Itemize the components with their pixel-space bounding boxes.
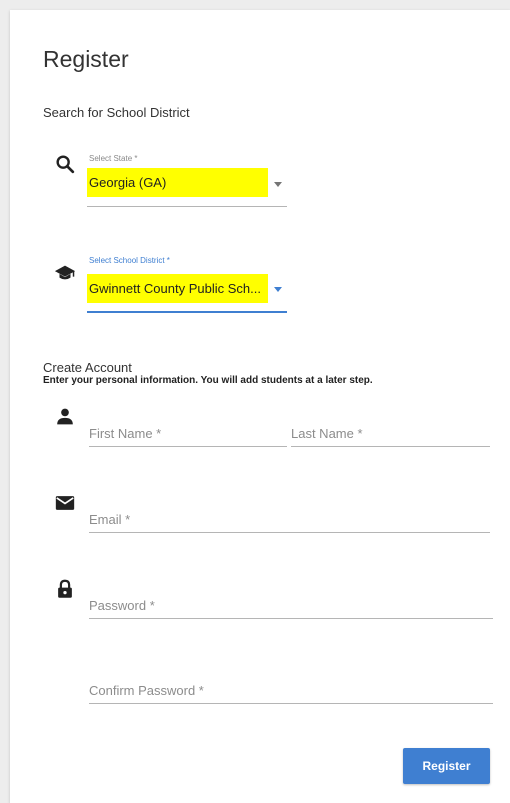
email-placeholder: Email * [89,512,131,527]
state-select[interactable]: Georgia (GA) [87,168,287,207]
district-select-value: Gwinnett County Public Sch... [87,274,268,303]
chevron-down-icon [274,182,282,187]
email-field[interactable]: Email * [89,506,490,534]
confirm-password-placeholder: Confirm Password * [89,683,204,698]
envelope-icon [54,492,76,514]
district-select-underline [87,311,287,313]
first-name-underline [89,446,287,447]
lock-icon [54,578,76,600]
chevron-down-icon [274,287,282,292]
password-underline [89,618,493,619]
register-card: Register Search for School District Sele… [10,10,510,803]
create-account-heading: Create Account [43,360,132,375]
state-select-label: Select State * [89,154,138,163]
search-icon [54,153,76,175]
password-field[interactable]: Password * [89,592,493,620]
password-placeholder: Password * [89,598,155,613]
search-district-label: Search for School District [43,105,190,120]
graduation-cap-icon [54,262,76,284]
register-button[interactable]: Register [403,748,490,784]
first-name-placeholder: First Name * [89,426,162,441]
confirm-password-underline [89,703,493,704]
last-name-field[interactable]: Last Name * [291,420,490,448]
state-select-value: Georgia (GA) [87,168,268,197]
last-name-underline [291,446,490,447]
district-select[interactable]: Gwinnett County Public Sch... [87,274,287,314]
page-title: Register [43,46,129,72]
first-name-field[interactable]: First Name * [89,420,287,448]
account-instructions: Enter your personal information. You wil… [43,375,373,386]
person-icon [54,406,76,428]
last-name-placeholder: Last Name * [291,426,363,441]
confirm-password-field[interactable]: Confirm Password * [89,677,493,705]
district-select-label: Select School District * [89,256,170,265]
state-select-underline [87,206,287,207]
email-underline [89,532,490,533]
